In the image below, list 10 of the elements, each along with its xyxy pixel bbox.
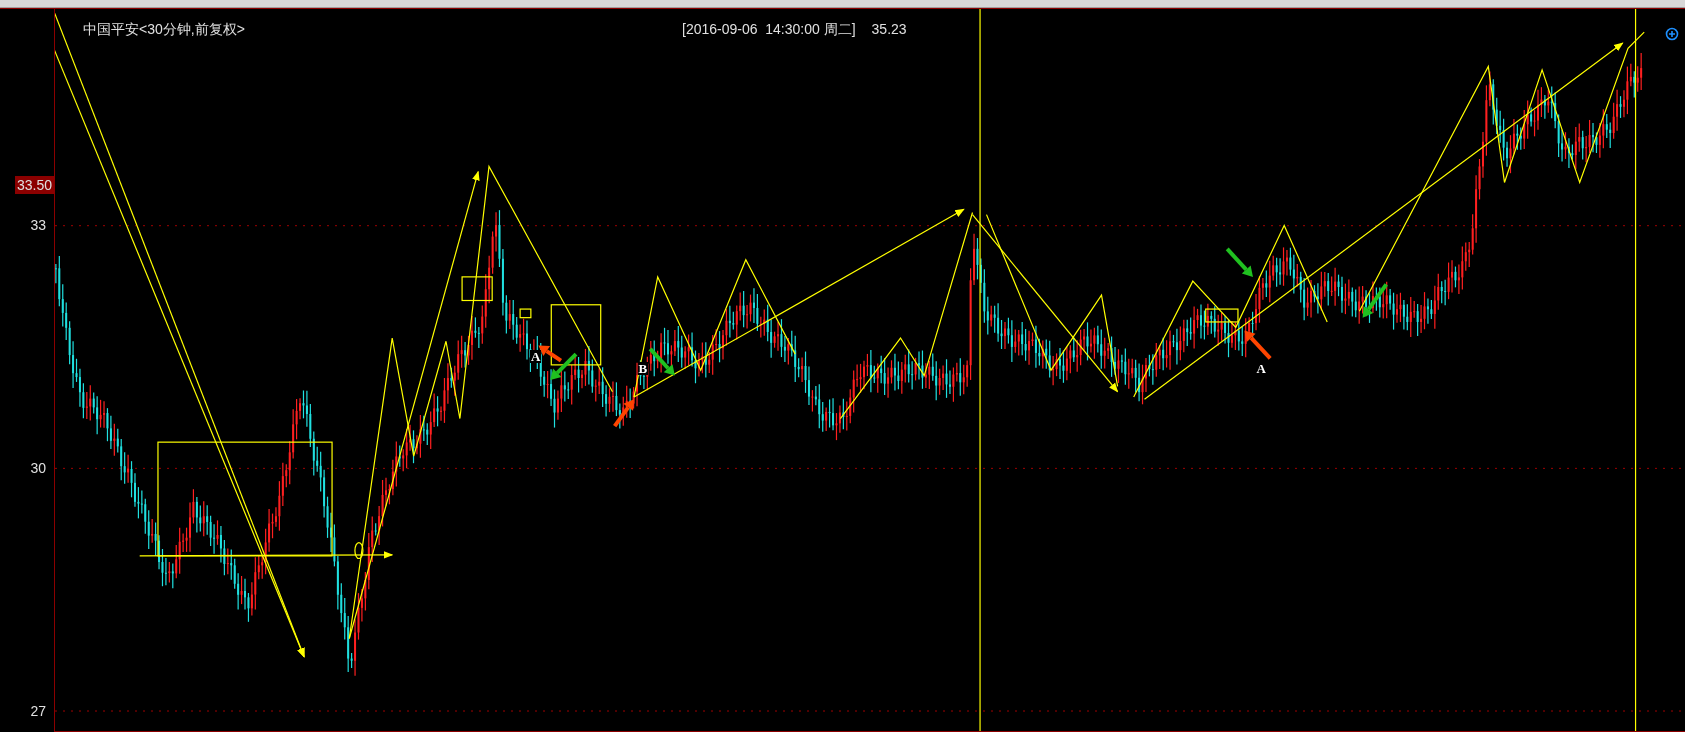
price-axis-label: 27 bbox=[30, 704, 46, 718]
current-price-tag: 33.50 bbox=[14, 175, 54, 194]
annotation-label: A bbox=[530, 349, 542, 363]
annotation-label: B bbox=[637, 361, 649, 375]
price-axis-label: 33 bbox=[30, 218, 46, 232]
chart-title: 中国平安<30分钟,前复权> bbox=[83, 20, 245, 39]
price-axis-label: 30 bbox=[30, 461, 46, 475]
zoom-in-icon[interactable] bbox=[1665, 27, 1679, 41]
price-value: 35.23 bbox=[871, 20, 907, 39]
timestamp-text: [2016-09-06 14:30:00 周二] bbox=[682, 20, 856, 39]
